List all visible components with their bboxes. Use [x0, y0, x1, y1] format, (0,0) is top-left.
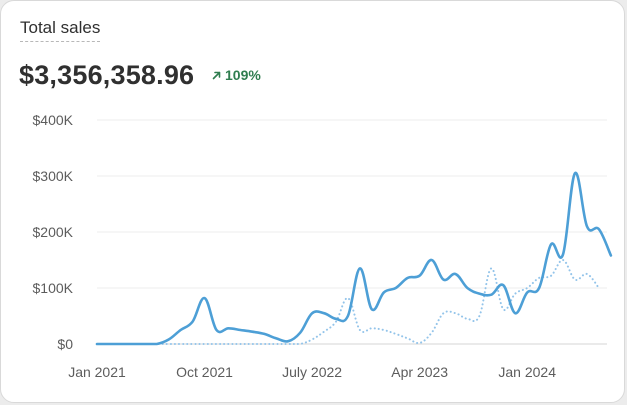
- arrow-up-right-icon: [212, 71, 221, 80]
- x-tick-label: Apr 2023: [391, 364, 448, 380]
- grid-lines: [97, 119, 607, 345]
- y-tick-label: $200K: [33, 224, 74, 240]
- y-tick-label: $400K: [33, 112, 74, 128]
- current-period-line[interactable]: [95, 171, 613, 346]
- x-tick-label: Jan 2024: [498, 364, 556, 380]
- series-lines: [95, 171, 613, 346]
- total-sales-value: $3,356,358.96: [19, 60, 195, 90]
- sales-line-chart[interactable]: $0$100K$200K$300K$400K Jan 2021 Oct 2021 J…: [1, 101, 626, 391]
- x-axis-labels: Jan 2021 Oct 2021 July 2022 Apr 2023 Jan 202…: [68, 364, 556, 380]
- y-tick-label: $0: [57, 336, 73, 352]
- y-tick-label: $100K: [33, 280, 74, 296]
- x-tick-label: Oct 2021: [176, 364, 233, 380]
- y-axis-labels: $0 $100K $200K $300K $400K: [33, 112, 74, 352]
- card-title[interactable]: Total sales: [20, 18, 101, 42]
- x-tick-label: July 2022: [282, 364, 342, 380]
- sales-change-percent: 109%: [225, 67, 261, 83]
- sales-change-badge: 109%: [212, 67, 261, 83]
- x-tick-label: Jan 2021: [68, 364, 126, 380]
- y-tick-label: $300K: [33, 168, 74, 184]
- total-sales-card: Total sales $3,356,358.96 109% $0 $100K $2…: [0, 0, 625, 403]
